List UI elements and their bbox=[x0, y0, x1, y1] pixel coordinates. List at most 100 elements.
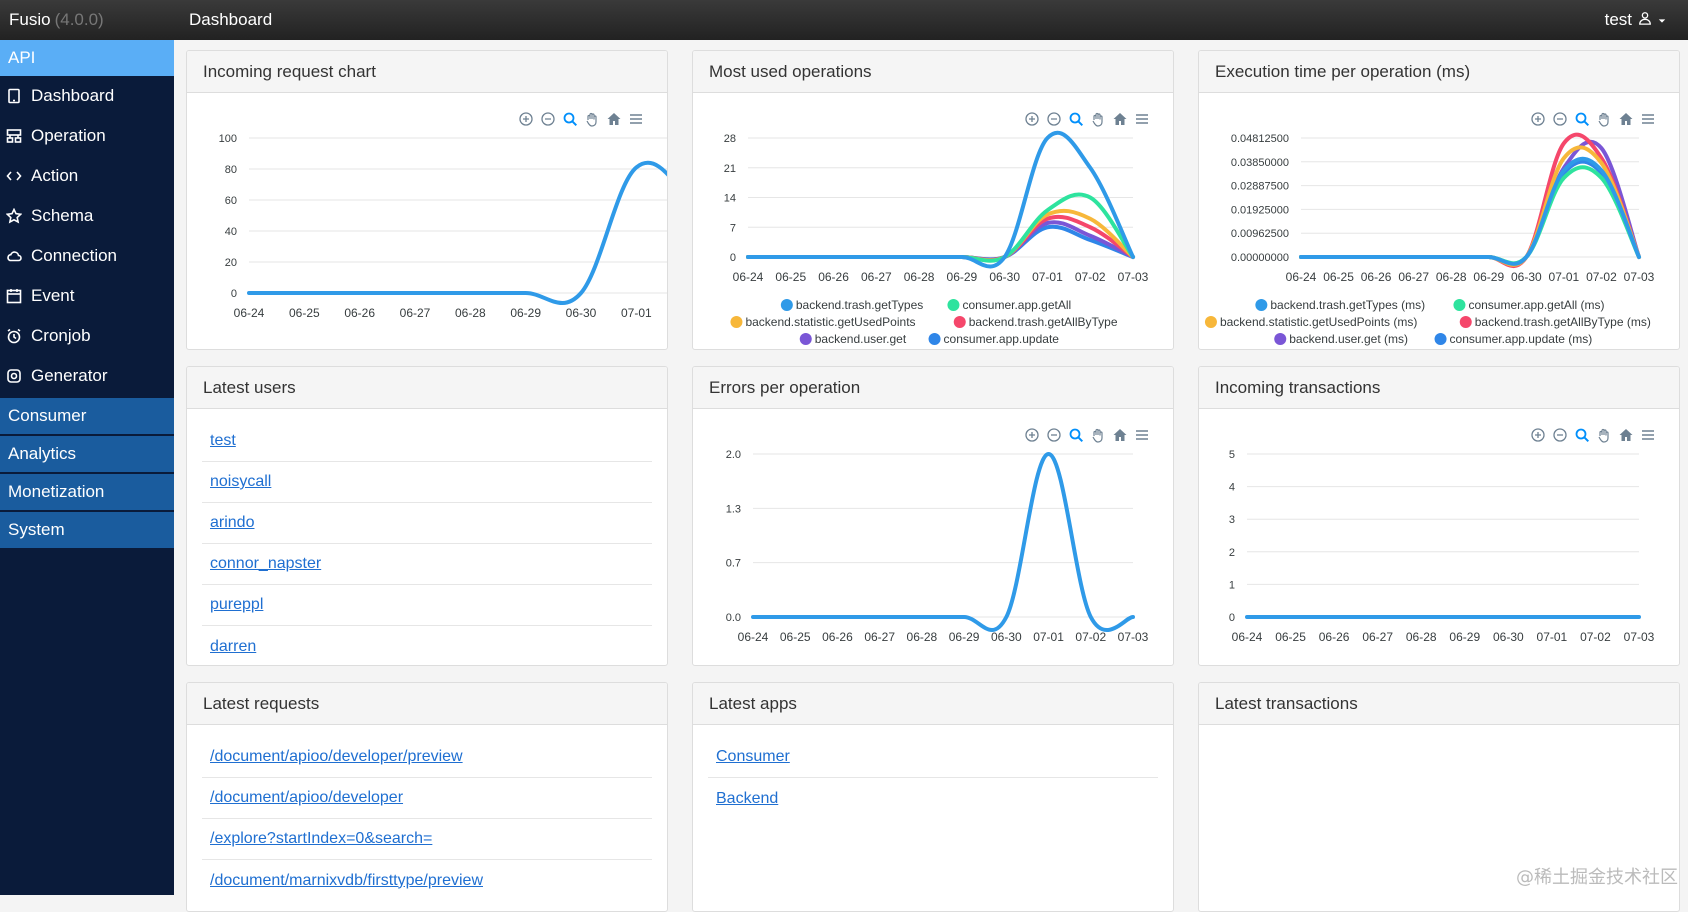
y-tick-label: 0.00962500 bbox=[1231, 228, 1289, 240]
home-icon[interactable] bbox=[1111, 426, 1129, 444]
magnify-icon[interactable] bbox=[1573, 426, 1591, 444]
magnify-icon[interactable] bbox=[561, 110, 579, 128]
menu-icon[interactable] bbox=[1639, 110, 1657, 128]
pan-hand-icon[interactable] bbox=[583, 110, 601, 128]
user-link[interactable]: darren bbox=[210, 638, 256, 656]
user-link[interactable]: noisycall bbox=[210, 473, 271, 491]
user-link[interactable]: pureppl bbox=[210, 596, 263, 614]
sidebar-item-label: Generator bbox=[31, 366, 108, 386]
page-title: Dashboard bbox=[189, 10, 272, 30]
menu-icon[interactable] bbox=[627, 110, 645, 128]
home-icon[interactable] bbox=[1111, 110, 1129, 128]
magnify-icon[interactable] bbox=[1067, 110, 1085, 128]
user-link[interactable]: arindo bbox=[210, 514, 254, 532]
magnify-icon[interactable] bbox=[1067, 426, 1085, 444]
pan-hand-icon[interactable] bbox=[1089, 426, 1107, 444]
zoom-in-icon[interactable] bbox=[1023, 110, 1041, 128]
x-tick-label: 06-26 bbox=[1361, 270, 1392, 284]
zoom-out-icon[interactable] bbox=[1551, 426, 1569, 444]
zoom-in-icon[interactable] bbox=[1529, 426, 1547, 444]
sidebar-item-connection[interactable]: Connection bbox=[0, 236, 174, 276]
request-link[interactable]: /explore?startIndex=0&search= bbox=[210, 830, 432, 848]
x-tick-label: 07-02 bbox=[1075, 270, 1106, 284]
legend-label: backend.trash.getAllByType (ms) bbox=[1475, 315, 1651, 329]
app-link[interactable]: Backend bbox=[716, 790, 778, 808]
menu-icon[interactable] bbox=[1639, 426, 1657, 444]
x-tick-label: 06-28 bbox=[904, 270, 935, 284]
menu-icon[interactable] bbox=[1133, 426, 1151, 444]
request-link[interactable]: /document/apioo/developer bbox=[210, 789, 403, 807]
star-icon bbox=[6, 208, 22, 224]
sidebar-item-label: Cronjob bbox=[31, 326, 91, 346]
zoom-in-icon[interactable] bbox=[1529, 110, 1547, 128]
legend-marker bbox=[929, 333, 941, 345]
sidebar-item-dashboard[interactable]: Dashboard bbox=[0, 76, 174, 116]
sidebar-section-label: Consumer bbox=[8, 406, 86, 426]
tablet-icon bbox=[6, 88, 22, 104]
x-tick-label: 06-29 bbox=[510, 306, 541, 320]
sidebar-item-operation[interactable]: Operation bbox=[0, 116, 174, 156]
user-menu[interactable]: test bbox=[1605, 0, 1666, 40]
x-tick-label: 06-26 bbox=[344, 306, 375, 320]
zoom-out-icon[interactable] bbox=[1045, 426, 1063, 444]
sidebar-section-consumer[interactable]: Consumer bbox=[0, 398, 174, 434]
zoom-out-icon[interactable] bbox=[539, 110, 557, 128]
errors-per-operation-chart: 0.00.71.32.006-2406-2506-2606-2706-2806-… bbox=[693, 409, 1173, 665]
list-item: arindo bbox=[202, 503, 652, 544]
home-icon[interactable] bbox=[1617, 426, 1635, 444]
request-link[interactable]: /document/marnixvdb/firsttype/preview bbox=[210, 872, 483, 890]
sidebar-section-analytics[interactable]: Analytics bbox=[0, 436, 174, 472]
sidebar-item-label: Operation bbox=[31, 126, 106, 146]
panel-most-used-operations: Most used operations 0714212806-2406-250… bbox=[692, 50, 1174, 350]
legend-marker bbox=[1205, 316, 1217, 328]
magnify-icon[interactable] bbox=[1573, 110, 1591, 128]
y-tick-label: 40 bbox=[225, 226, 237, 238]
panel-title: Latest apps bbox=[693, 683, 1173, 725]
sidebar-section-system[interactable]: System bbox=[0, 512, 174, 548]
pan-hand-icon[interactable] bbox=[1595, 426, 1613, 444]
caret-down-icon bbox=[1658, 10, 1666, 30]
sidebar: API Dashboard Operation Action Schema Co… bbox=[0, 40, 174, 895]
panel-title: Errors per operation bbox=[693, 367, 1173, 409]
app-name: Fusio bbox=[9, 10, 51, 29]
x-tick-label: 06-26 bbox=[822, 630, 853, 644]
sidebar-item-cronjob[interactable]: Cronjob bbox=[0, 316, 174, 356]
zoom-out-icon[interactable] bbox=[1045, 110, 1063, 128]
x-tick-label: 07-03 bbox=[1624, 630, 1655, 644]
x-tick-label: 07-03 bbox=[1624, 270, 1655, 284]
zoom-out-icon[interactable] bbox=[1551, 110, 1569, 128]
sidebar-item-generator[interactable]: Generator bbox=[0, 356, 174, 396]
x-tick-label: 06-28 bbox=[455, 306, 486, 320]
network-icon bbox=[6, 128, 22, 144]
pan-hand-icon[interactable] bbox=[1089, 110, 1107, 128]
legend-label: backend.trash.getTypes bbox=[796, 298, 923, 312]
home-icon[interactable] bbox=[1617, 110, 1635, 128]
x-tick-label: 06-30 bbox=[566, 306, 597, 320]
zoom-in-icon[interactable] bbox=[517, 110, 535, 128]
sidebar-item-action[interactable]: Action bbox=[0, 156, 174, 196]
sidebar-item-schema[interactable]: Schema bbox=[0, 196, 174, 236]
zoom-in-icon[interactable] bbox=[1023, 426, 1041, 444]
brand[interactable]: Fusio(4.0.0) bbox=[0, 10, 174, 30]
user-link[interactable]: connor_napster bbox=[210, 555, 321, 573]
calendar-icon bbox=[6, 288, 22, 304]
sidebar-section-monetization[interactable]: Monetization bbox=[0, 474, 174, 510]
sidebar-item-event[interactable]: Event bbox=[0, 276, 174, 316]
legend-marker bbox=[1255, 299, 1267, 311]
series-line bbox=[1301, 135, 1639, 266]
sidebar-section-api[interactable]: API bbox=[0, 40, 174, 76]
user-link[interactable]: test bbox=[210, 432, 236, 450]
sidebar-section-label: API bbox=[8, 48, 35, 68]
home-icon[interactable] bbox=[605, 110, 623, 128]
execution-time-chart: 0.000000000.009625000.019250000.02887500… bbox=[1199, 93, 1679, 349]
series-line bbox=[1301, 162, 1639, 264]
menu-icon[interactable] bbox=[1133, 110, 1151, 128]
x-tick-label: 06-24 bbox=[738, 630, 769, 644]
app-link[interactable]: Consumer bbox=[716, 748, 790, 766]
x-tick-label: 07-01 bbox=[621, 306, 652, 320]
pan-hand-icon[interactable] bbox=[1595, 110, 1613, 128]
request-link[interactable]: /document/apioo/developer/preview bbox=[210, 748, 463, 766]
alarm-icon bbox=[6, 328, 22, 344]
series-line bbox=[748, 133, 1133, 267]
series-line bbox=[249, 163, 667, 303]
